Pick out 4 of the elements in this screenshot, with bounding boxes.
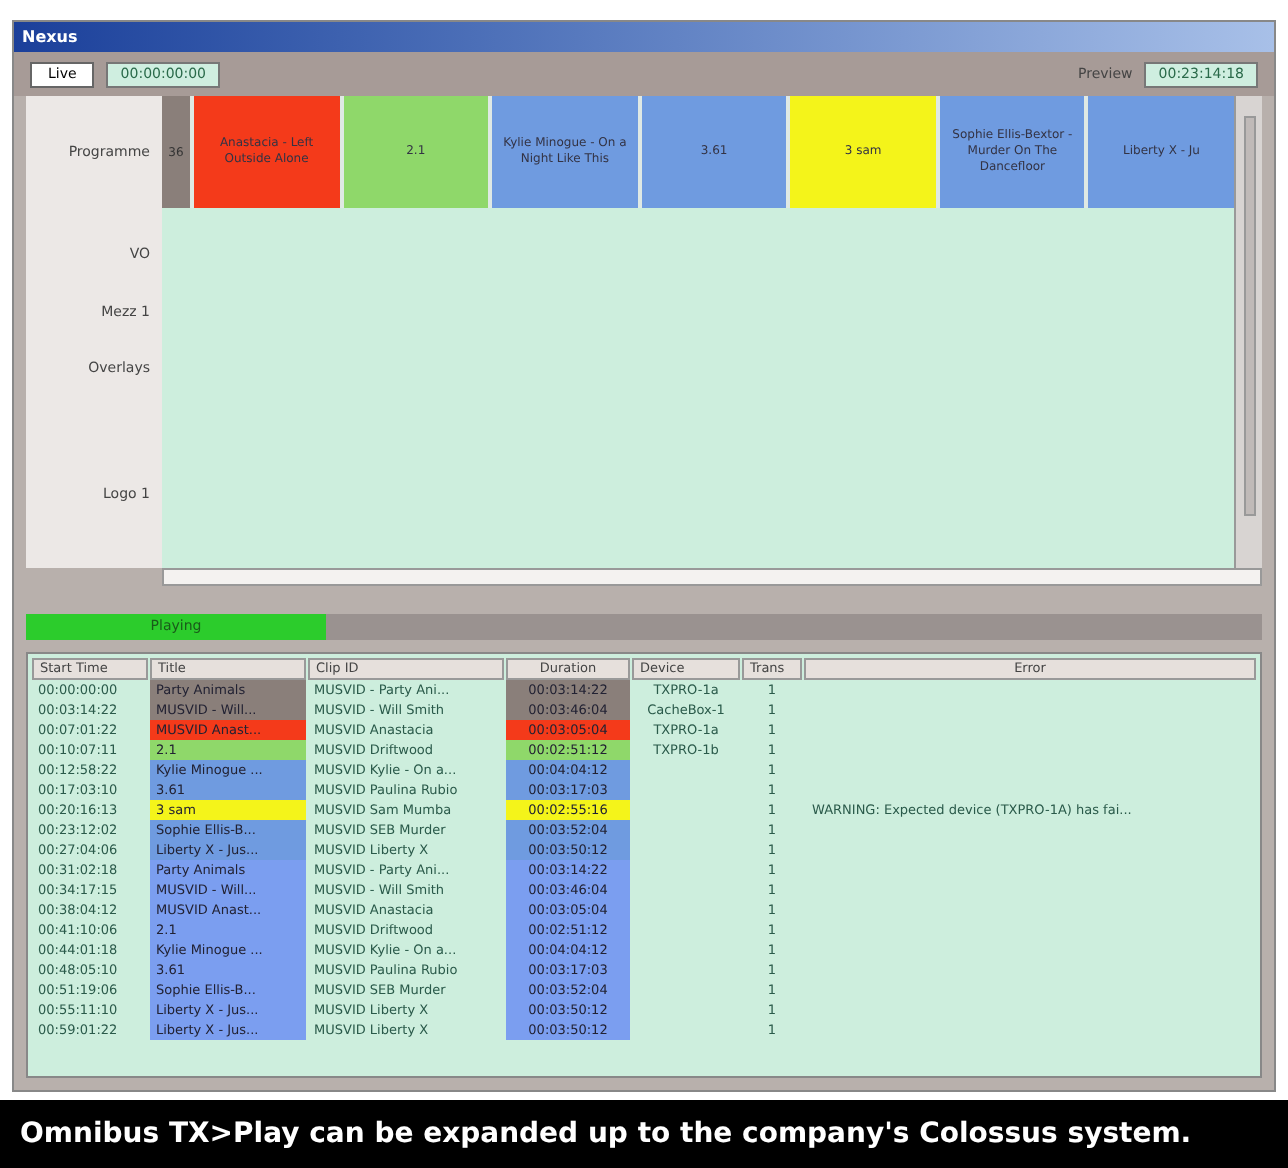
window-title: Nexus (22, 25, 78, 49)
caption: Omnibus TX>Play can be expanded up to the company's Colossus system. (20, 1115, 1192, 1153)
vertical-scrollbar[interactable] (1234, 96, 1262, 568)
horizontal-scrollbar[interactable] (162, 568, 1262, 586)
